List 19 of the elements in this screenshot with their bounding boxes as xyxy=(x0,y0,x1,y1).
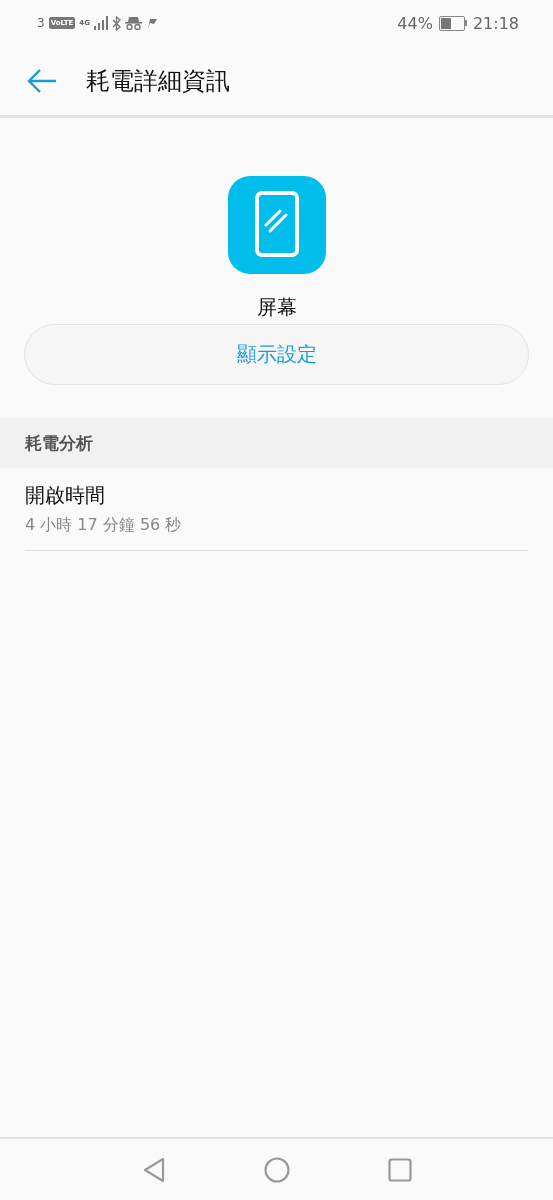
clock: 21:18 xyxy=(472,13,519,33)
bluetooth-icon xyxy=(111,15,121,31)
item-title: 開啟時間 xyxy=(25,482,106,509)
home-icon[interactable] xyxy=(263,1156,290,1183)
item-value: 4 小時 17 分鐘 56 秒 xyxy=(25,515,183,536)
recents-icon[interactable] xyxy=(387,1157,412,1182)
component-name: 屏幕 xyxy=(256,294,297,321)
battery-icon xyxy=(438,15,467,31)
back-arrow-icon[interactable] xyxy=(27,67,57,94)
sim-slot-label: 3 xyxy=(37,16,45,30)
flag-icon xyxy=(145,17,157,29)
battery-percent: 44% xyxy=(397,13,433,33)
phone-screen-icon xyxy=(227,176,326,274)
list-item[interactable]: 開啟時間 4 小時 17 分鐘 56 秒 xyxy=(25,468,528,551)
incognito-icon xyxy=(124,16,142,30)
signal-icon xyxy=(93,16,108,30)
section-header: 耗電分析 xyxy=(0,418,553,468)
back-icon[interactable] xyxy=(141,1156,166,1183)
page-title: 耗電詳細資訊 xyxy=(86,65,230,97)
